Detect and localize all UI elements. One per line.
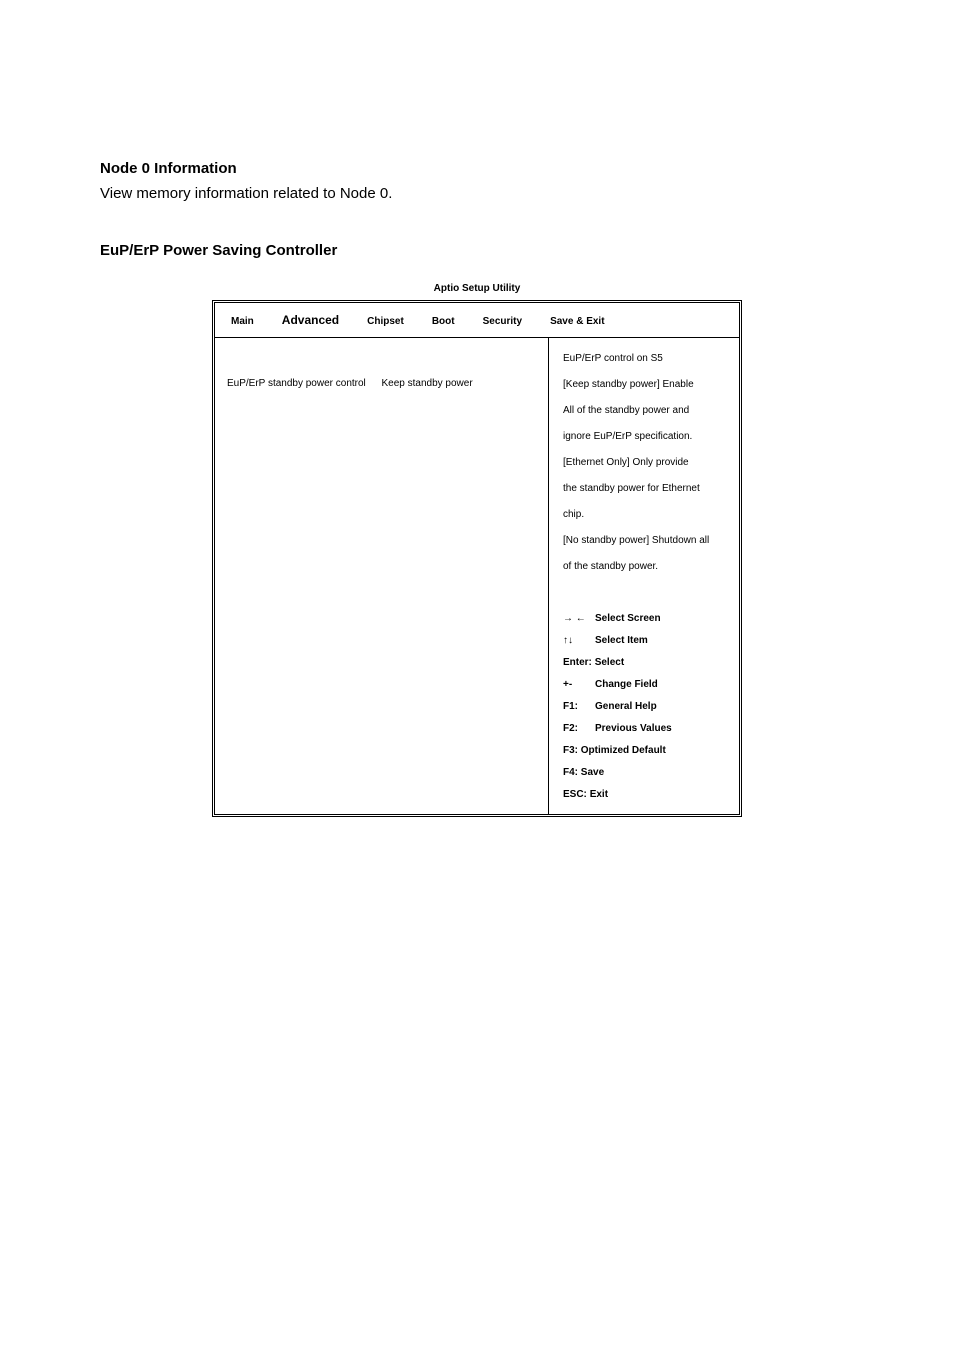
key-enter: Enter: Select <box>563 652 624 674</box>
key-esc-key: ESC: <box>563 789 587 800</box>
tab-main[interactable]: Main <box>231 316 254 327</box>
key-esc-action: Exit <box>590 789 608 800</box>
help-line: [Keep standby power] Enable <box>563 372 731 398</box>
bios-settings-area: EuP/ErP standby power control Keep stand… <box>215 338 549 814</box>
help-line: chip. <box>563 502 731 528</box>
key-f2: F2: <box>563 718 595 740</box>
bios-tab-bar: Main Advanced Chipset Boot Security Save… <box>215 303 739 338</box>
bios-help-area: EuP/ErP control on S5 [Keep standby powe… <box>549 338 739 814</box>
setting-label[interactable]: EuP/ErP standby power control <box>227 378 382 389</box>
key-esc: ESC: Exit <box>563 784 608 806</box>
action-select-item: Select Item <box>595 630 648 652</box>
help-line: [Ethernet Only] Only provide <box>563 450 731 476</box>
key-change: +- <box>563 674 595 696</box>
key-f4: F4: Save <box>563 762 604 784</box>
help-line: [No standby power] Shutdown all <box>563 528 731 554</box>
key-f3-key: F3: <box>563 745 578 756</box>
key-f3: F3: Optimized Default <box>563 740 666 762</box>
node0-heading: Node 0 Information <box>100 160 854 177</box>
tab-boot[interactable]: Boot <box>432 316 455 327</box>
tab-save-exit[interactable]: Save & Exit <box>550 316 604 327</box>
bios-key-help: → ← Select Screen ↑↓ Select Item Enter: <box>563 608 731 806</box>
key-enter-key: Enter: <box>563 657 592 668</box>
help-line: All of the standby power and <box>563 398 731 424</box>
tab-chipset[interactable]: Chipset <box>367 316 404 327</box>
action-f1: General Help <box>595 696 657 718</box>
key-select-item: ↑↓ <box>563 630 595 652</box>
action-select-screen: Select Screen <box>595 608 661 630</box>
key-f3-action: Optimized Default <box>581 745 666 756</box>
node0-body: View memory information related to Node … <box>100 185 854 202</box>
help-line: of the standby power. <box>563 554 731 580</box>
key-select-screen: → ← <box>563 608 595 630</box>
eup-erp-heading: EuP/ErP Power Saving Controller <box>100 242 854 259</box>
key-enter-action: Select <box>595 657 624 668</box>
help-line: the standby power for Ethernet <box>563 476 731 502</box>
key-f1: F1: <box>563 696 595 718</box>
help-line: EuP/ErP control on S5 <box>563 346 731 372</box>
action-f2: Previous Values <box>595 718 672 740</box>
key-f4-key: F4: <box>563 767 578 778</box>
bios-title: Aptio Setup Utility <box>212 283 742 294</box>
tab-security[interactable]: Security <box>483 316 522 327</box>
bios-panel: Main Advanced Chipset Boot Security Save… <box>212 300 742 817</box>
help-line: ignore EuP/ErP specification. <box>563 424 731 450</box>
setting-value[interactable]: Keep standby power <box>382 378 537 389</box>
tab-advanced[interactable]: Advanced <box>282 313 339 327</box>
action-change: Change Field <box>595 674 658 696</box>
key-f4-action: Save <box>581 767 604 778</box>
